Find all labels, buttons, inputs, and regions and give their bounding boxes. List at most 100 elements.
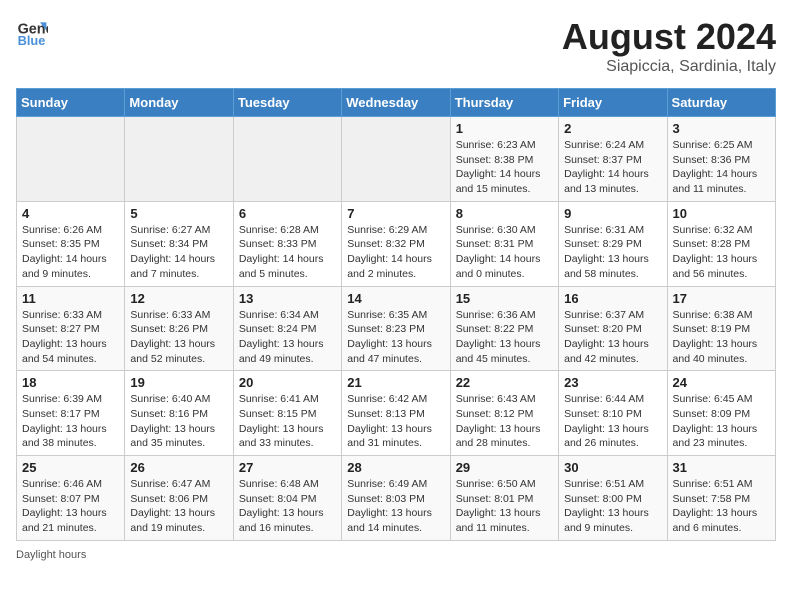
calendar-cell: 6 Sunrise: 6:28 AM Sunset: 8:33 PM Daylig…: [233, 201, 341, 286]
day-info: Sunrise: 6:31 AM Sunset: 8:29 PM Dayligh…: [564, 223, 661, 282]
calendar-cell: 25 Sunrise: 6:46 AM Sunset: 8:07 PM Dayli…: [17, 456, 125, 541]
day-info: Sunrise: 6:34 AM Sunset: 8:24 PM Dayligh…: [239, 308, 336, 367]
day-number: 16: [564, 291, 661, 306]
day-number: 22: [456, 375, 553, 390]
footer-note: Daylight hours: [16, 549, 776, 561]
day-number: 15: [456, 291, 553, 306]
day-info: Sunrise: 6:35 AM Sunset: 8:23 PM Dayligh…: [347, 308, 444, 367]
day-info: Sunrise: 6:41 AM Sunset: 8:15 PM Dayligh…: [239, 392, 336, 451]
calendar-cell: 28Sunrise: 6:49 AM Sunset: 8:03 PM Dayli…: [342, 456, 450, 541]
calendar-cell: 3Sunrise: 6:25 AM Sunset: 8:36 PM Daylig…: [667, 117, 775, 202]
day-info: Sunrise: 6:40 AM Sunset: 8:16 PM Dayligh…: [130, 392, 227, 451]
logo-icon: General Blue: [16, 16, 48, 48]
calendar-cell: 21 Sunrise: 6:42 AM Sunset: 8:13 PM Dayli…: [342, 371, 450, 456]
calendar-cell: 13 Sunrise: 6:34 AM Sunset: 8:24 PM Dayli…: [233, 286, 341, 371]
calendar-cell: 15 Sunrise: 6:36 AM Sunset: 8:22 PM Dayli…: [450, 286, 558, 371]
day-info: Sunrise: 6:37 AM Sunset: 8:20 PM Dayligh…: [564, 308, 661, 367]
day-number: 19: [130, 375, 227, 390]
calendar-cell: 31Sunrise: 6:51 AM Sunset: 7:58 PM Dayli…: [667, 456, 775, 541]
calendar-week-row: 1 Sunrise: 6:23 AM Sunset: 8:38 PM Daylig…: [17, 117, 776, 202]
day-info: Sunrise: 6:47 AM Sunset: 8:06 PM Dayligh…: [130, 477, 227, 536]
calendar-cell: 5 Sunrise: 6:27 AM Sunset: 8:34 PM Daylig…: [125, 201, 233, 286]
calendar-cell: 26Sunrise: 6:47 AM Sunset: 8:06 PM Dayli…: [125, 456, 233, 541]
calendar-cell: 12Sunrise: 6:33 AM Sunset: 8:26 PM Dayli…: [125, 286, 233, 371]
day-info: Sunrise: 6:33 AM Sunset: 8:26 PM Dayligh…: [130, 308, 227, 367]
day-number: 8: [456, 206, 553, 221]
calendar-header-sunday: Sunday: [17, 89, 125, 117]
calendar-cell: 11 Sunrise: 6:33 AM Sunset: 8:27 PM Dayli…: [17, 286, 125, 371]
calendar-cell: 24 Sunrise: 6:45 AM Sunset: 8:09 PM Dayli…: [667, 371, 775, 456]
day-number: 25: [22, 460, 119, 475]
calendar-header-row: SundayMondayTuesdayWednesdayThursdayFrid…: [17, 89, 776, 117]
day-number: 23: [564, 375, 661, 390]
calendar-cell: 2 Sunrise: 6:24 AM Sunset: 8:37 PM Daylig…: [559, 117, 667, 202]
day-number: 2: [564, 121, 661, 136]
calendar-cell: 22 Sunrise: 6:43 AM Sunset: 8:12 PM Dayli…: [450, 371, 558, 456]
logo: General Blue: [16, 16, 48, 48]
calendar-cell: 30 Sunrise: 6:51 AM Sunset: 8:00 PM Dayli…: [559, 456, 667, 541]
day-info: Sunrise: 6:39 AM Sunset: 8:17 PM Dayligh…: [22, 392, 119, 451]
day-info: Sunrise: 6:28 AM Sunset: 8:33 PM Dayligh…: [239, 223, 336, 282]
calendar-cell: 1 Sunrise: 6:23 AM Sunset: 8:38 PM Daylig…: [450, 117, 558, 202]
day-info: Sunrise: 6:30 AM Sunset: 8:31 PM Dayligh…: [456, 223, 553, 282]
calendar-cell: [233, 117, 341, 202]
calendar-cell: 27Sunrise: 6:48 AM Sunset: 8:04 PM Dayli…: [233, 456, 341, 541]
calendar-cell: 18 Sunrise: 6:39 AM Sunset: 8:17 PM Dayli…: [17, 371, 125, 456]
calendar-cell: 23 Sunrise: 6:44 AM Sunset: 8:10 PM Dayli…: [559, 371, 667, 456]
calendar-header-friday: Friday: [559, 89, 667, 117]
day-number: 28: [347, 460, 444, 475]
calendar-header-thursday: Thursday: [450, 89, 558, 117]
day-number: 1: [456, 121, 553, 136]
calendar-header-wednesday: Wednesday: [342, 89, 450, 117]
day-info: Sunrise: 6:24 AM Sunset: 8:37 PM Dayligh…: [564, 138, 661, 197]
day-info: Sunrise: 6:50 AM Sunset: 8:01 PM Dayligh…: [456, 477, 553, 536]
day-info: Sunrise: 6:46 AM Sunset: 8:07 PM Dayligh…: [22, 477, 119, 536]
calendar-cell: 4Sunrise: 6:26 AM Sunset: 8:35 PM Daylig…: [17, 201, 125, 286]
calendar-cell: 7 Sunrise: 6:29 AM Sunset: 8:32 PM Daylig…: [342, 201, 450, 286]
day-info: Sunrise: 6:44 AM Sunset: 8:10 PM Dayligh…: [564, 392, 661, 451]
calendar-cell: 29 Sunrise: 6:50 AM Sunset: 8:01 PM Dayli…: [450, 456, 558, 541]
day-info: Sunrise: 6:33 AM Sunset: 8:27 PM Dayligh…: [22, 308, 119, 367]
day-number: 3: [673, 121, 770, 136]
calendar-header-saturday: Saturday: [667, 89, 775, 117]
day-number: 29: [456, 460, 553, 475]
day-info: Sunrise: 6:36 AM Sunset: 8:22 PM Dayligh…: [456, 308, 553, 367]
day-info: Sunrise: 6:23 AM Sunset: 8:38 PM Dayligh…: [456, 138, 553, 197]
day-number: 30: [564, 460, 661, 475]
day-number: 5: [130, 206, 227, 221]
calendar-week-row: 11 Sunrise: 6:33 AM Sunset: 8:27 PM Dayli…: [17, 286, 776, 371]
day-number: 17: [673, 291, 770, 306]
day-number: 18: [22, 375, 119, 390]
title-block: August 2024 Siapiccia, Sardinia, Italy: [562, 16, 776, 76]
day-info: Sunrise: 6:32 AM Sunset: 8:28 PM Dayligh…: [673, 223, 770, 282]
day-number: 13: [239, 291, 336, 306]
svg-text:Blue: Blue: [18, 33, 46, 48]
day-info: Sunrise: 6:29 AM Sunset: 8:32 PM Dayligh…: [347, 223, 444, 282]
day-number: 24: [673, 375, 770, 390]
calendar-week-row: 4Sunrise: 6:26 AM Sunset: 8:35 PM Daylig…: [17, 201, 776, 286]
day-number: 11: [22, 291, 119, 306]
calendar-week-row: 25 Sunrise: 6:46 AM Sunset: 8:07 PM Dayli…: [17, 456, 776, 541]
month-title: August 2024: [562, 16, 776, 58]
day-info: Sunrise: 6:45 AM Sunset: 8:09 PM Dayligh…: [673, 392, 770, 451]
day-info: Sunrise: 6:48 AM Sunset: 8:04 PM Dayligh…: [239, 477, 336, 536]
day-number: 6: [239, 206, 336, 221]
calendar-cell: 19 Sunrise: 6:40 AM Sunset: 8:16 PM Dayli…: [125, 371, 233, 456]
day-info: Sunrise: 6:27 AM Sunset: 8:34 PM Dayligh…: [130, 223, 227, 282]
calendar-cell: 10Sunrise: 6:32 AM Sunset: 8:28 PM Dayli…: [667, 201, 775, 286]
calendar-cell: 8 Sunrise: 6:30 AM Sunset: 8:31 PM Daylig…: [450, 201, 558, 286]
calendar-week-row: 18 Sunrise: 6:39 AM Sunset: 8:17 PM Dayli…: [17, 371, 776, 456]
day-info: Sunrise: 6:42 AM Sunset: 8:13 PM Dayligh…: [347, 392, 444, 451]
day-number: 7: [347, 206, 444, 221]
day-number: 20: [239, 375, 336, 390]
day-info: Sunrise: 6:26 AM Sunset: 8:35 PM Dayligh…: [22, 223, 119, 282]
day-info: Sunrise: 6:51 AM Sunset: 8:00 PM Dayligh…: [564, 477, 661, 536]
calendar-table: SundayMondayTuesdayWednesdayThursdayFrid…: [16, 88, 776, 541]
page-header: General Blue August 2024 Siapiccia, Sard…: [16, 16, 776, 76]
day-number: 9: [564, 206, 661, 221]
calendar-header-monday: Monday: [125, 89, 233, 117]
day-info: Sunrise: 6:43 AM Sunset: 8:12 PM Dayligh…: [456, 392, 553, 451]
day-number: 21: [347, 375, 444, 390]
calendar-header-tuesday: Tuesday: [233, 89, 341, 117]
calendar-cell: 9 Sunrise: 6:31 AM Sunset: 8:29 PM Daylig…: [559, 201, 667, 286]
